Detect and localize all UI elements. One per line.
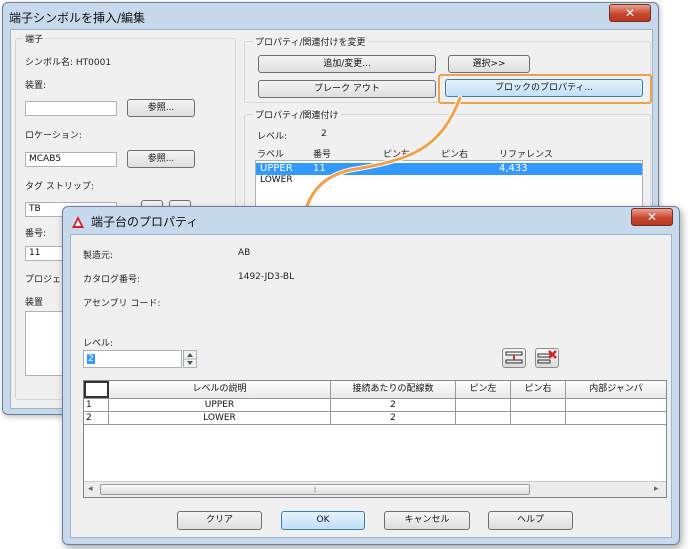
grid-header-level-desc: レベルの説明 (109, 381, 331, 398)
number-label: 番号: (25, 229, 47, 239)
close-button[interactable]: ✕ (609, 4, 651, 22)
scroll-left-icon[interactable]: ◂ (88, 484, 93, 494)
grid-header-jumper: 内部ジャンパ (589, 384, 643, 394)
ok-button[interactable]: OK (281, 511, 365, 530)
select-button[interactable]: 選択>> (448, 55, 530, 73)
spinner-arrows-icon (184, 353, 196, 365)
insert-level-button[interactable] (502, 348, 526, 368)
close-icon: ✕ (646, 210, 658, 224)
horizontal-scrollbar[interactable]: ◂ ⁞ ▸ (84, 481, 666, 497)
col-label: ラベル (257, 150, 285, 160)
col-reference: リファレンス (499, 150, 553, 160)
dialog-close-button[interactable]: ✕ (631, 208, 673, 226)
help-button[interactable]: ヘルプ (488, 511, 573, 530)
window-title: 端子シンボルを挿入/編集 (9, 11, 146, 25)
grid-header-corner (84, 381, 109, 398)
terminal-block-properties-dialog: 端子台のプロパティ ✕ 製造元: AB カタログ番号: 1492-JD3-BL … (62, 206, 680, 545)
level-input[interactable]: 2 (83, 350, 182, 368)
clear-button[interactable]: クリア (177, 511, 262, 530)
grid-header-pin-left: ピン左 (456, 381, 511, 398)
table-row[interactable]: 2 LOWER 2 (84, 412, 666, 425)
level-spinner[interactable] (183, 350, 197, 368)
level-label: レベル: (257, 132, 288, 142)
block-properties-button[interactable]: ブロックのプロパティ... (445, 79, 643, 97)
device2-label: 装置 (25, 298, 44, 308)
assembly-label: アセンブリ コード: (83, 299, 161, 309)
delete-level-button[interactable] (535, 348, 559, 368)
catalog-value: 1492-JD3-BL (238, 272, 295, 282)
level-grid[interactable]: レベルの説明 接続あたりの配線数 ピン左 ピン右 内部ジャンパ 1 UPPER … (83, 380, 667, 498)
scroll-right-icon[interactable]: ▸ (654, 484, 659, 494)
device-label: 装置: (25, 81, 47, 91)
dialog-title: 端子台のプロパティ (91, 215, 199, 229)
insert-row-icon (505, 351, 523, 364)
grid-header-pin-right: ピン右 (511, 381, 566, 398)
autocad-app-icon (72, 216, 84, 228)
device-browse-button[interactable]: 参照... (127, 99, 195, 117)
close-icon: ✕ (624, 6, 636, 20)
number-input[interactable]: 11 (25, 246, 65, 261)
add-change-button[interactable]: 追加/変更... (258, 55, 436, 73)
manufacturer-label: 製造元: (83, 251, 114, 261)
scroll-thumb[interactable]: ⁞ (100, 484, 530, 495)
location-browse-button[interactable]: 参照... (127, 150, 195, 168)
grip-icon: ⁞ (313, 485, 317, 494)
grid-header-wires: 接続あたりの配線数 (331, 381, 456, 398)
tag-strip-label: タグ ストリップ: (25, 182, 94, 192)
delete-row-icon (537, 350, 557, 364)
location-label: ロケーション: (25, 131, 82, 141)
location-input[interactable]: MCAB5 (25, 152, 117, 167)
table-row[interactable]: 1 UPPER 2 (84, 399, 666, 412)
property-change-group-title: プロパティ/関連付けを変更 (253, 35, 368, 48)
catalog-label: カタログ番号: (83, 275, 141, 285)
symbol-name-label: シンボル名: HT0001 (25, 58, 112, 68)
device-input[interactable] (25, 101, 117, 116)
terminal-group-title: 端子 (23, 32, 46, 45)
manufacturer-value: AB (238, 248, 251, 258)
grid-header: レベルの説明 接続あたりの配線数 ピン左 ピン右 内部ジャンパ (84, 381, 666, 399)
cancel-button[interactable]: キャンセル (384, 511, 470, 530)
dialog-client: 製造元: AB カタログ番号: 1492-JD3-BL アセンブリ コード: レ… (70, 234, 672, 538)
level-label: レベル: (83, 339, 114, 349)
